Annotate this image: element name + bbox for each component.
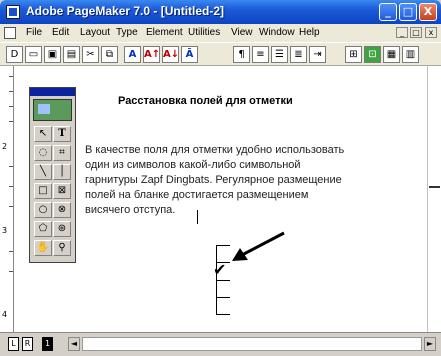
menu-window[interactable]: Window: [259, 27, 295, 38]
toolbox-palette: ↖ T ◌ ⌗ ╲ │ □ ⊠ ○ ⊗ ⬠ ⊛ ✋ ⚲: [29, 87, 76, 263]
menu-bar: File Edit Layout Type Element Utilities …: [0, 24, 441, 42]
font-size-up-icon[interactable]: A↑: [143, 46, 160, 63]
constrained-line-tool-icon[interactable]: │: [53, 164, 71, 180]
vertical-scrollbar[interactable]: [427, 66, 441, 332]
frame-icon[interactable]: ⊞: [345, 46, 362, 63]
paragraph-line: гарнитуры Zapf Dingbats. Регулярное разм…: [85, 174, 342, 186]
print-icon[interactable]: ▤: [63, 46, 80, 63]
bullets-icon[interactable]: ☰: [271, 46, 288, 63]
horizontal-scrollbar[interactable]: [82, 337, 422, 351]
paragraph-line: полей на бланке достигается размещением: [85, 189, 309, 201]
open-icon[interactable]: ▭: [25, 46, 42, 63]
align-left-icon[interactable]: ≡: [252, 46, 269, 63]
menu-view[interactable]: View: [231, 27, 253, 38]
hand-tool-icon[interactable]: ✋: [34, 240, 52, 256]
close-button[interactable]: X: [419, 3, 437, 21]
copy-icon[interactable]: ⧉: [101, 46, 118, 63]
tabs-icon[interactable]: ⇥: [309, 46, 326, 63]
font-size-down-icon[interactable]: A↓: [162, 46, 179, 63]
page-1-icon[interactable]: 1: [42, 337, 53, 351]
form-field-line: [216, 297, 230, 298]
ellipse-tool-icon[interactable]: ○: [34, 202, 52, 218]
window-title: Adobe PageMaker 7.0 - [Untitled-2]: [26, 4, 225, 18]
line-tool-icon[interactable]: ╲: [34, 164, 52, 180]
menu-layout[interactable]: Layout: [80, 27, 110, 38]
menu-file[interactable]: File: [26, 27, 42, 38]
kerning-icon[interactable]: Ā: [181, 46, 198, 63]
text-tool-icon[interactable]: T: [53, 126, 71, 142]
menu-edit[interactable]: Edit: [52, 27, 69, 38]
pagemaker-app-icon[interactable]: [6, 5, 20, 19]
right-master-page-icon[interactable]: R: [22, 337, 33, 351]
pointer-tool-icon[interactable]: ↖: [34, 126, 52, 142]
rectangle-frame-tool-icon[interactable]: ⊠: [53, 183, 71, 199]
crop-tool-icon[interactable]: ⌗: [53, 145, 71, 161]
save-icon[interactable]: ▣: [44, 46, 61, 63]
polygon-tool-icon[interactable]: ⬠: [34, 221, 52, 237]
ellipse-frame-tool-icon[interactable]: ⊗: [53, 202, 71, 218]
ruler-mark: 4: [2, 310, 8, 319]
polygon-frame-tool-icon[interactable]: ⊛: [53, 221, 71, 237]
menu-type[interactable]: Type: [116, 27, 138, 38]
cut-icon[interactable]: ✂: [82, 46, 99, 63]
scroll-thumb[interactable]: [429, 186, 440, 188]
document-control-icon[interactable]: [4, 27, 16, 39]
minimize-button[interactable]: _: [379, 3, 397, 21]
rectangle-tool-icon[interactable]: □: [34, 183, 52, 199]
menu-element[interactable]: Element: [146, 27, 183, 38]
scroll-left-button[interactable]: ◄: [68, 337, 80, 351]
document-paragraph[interactable]: В качестве поля для отметки удобно испол…: [85, 143, 415, 218]
paragraph-line: висячего отступа.: [85, 204, 176, 216]
rotate-tool-icon[interactable]: ◌: [34, 145, 52, 161]
new-document-icon[interactable]: D: [6, 46, 23, 63]
scroll-right-button[interactable]: ►: [424, 337, 436, 351]
pilcrow-icon[interactable]: ¶: [233, 46, 250, 63]
mdi-maximize-button[interactable]: □: [410, 27, 422, 38]
paste-icon[interactable]: ▥: [402, 46, 419, 63]
toolbar: D ▭ ▣ ▤ ✂ ⧉ A A↑ A↓ Ā ¶ ≡ ☰ ≣ ⇥ ⊞ ⊡ ▦ ▥: [0, 42, 441, 66]
toolbox-title-bar[interactable]: [30, 88, 75, 96]
ruler-mark: 3: [2, 226, 8, 235]
image-icon[interactable]: ▦: [383, 46, 400, 63]
ruler-mark: 2: [2, 142, 8, 151]
paragraph-line: В качестве поля для отметки удобно испол…: [85, 144, 345, 156]
toolbox-preview: [33, 99, 72, 121]
title-bar: Adobe PageMaker 7.0 - [Untitled-2] _ □ X: [0, 0, 441, 24]
form-field-line: [216, 280, 230, 281]
menu-help[interactable]: Help: [299, 27, 320, 38]
document-heading: Расстановка полей для отметки: [118, 95, 293, 107]
left-master-page-icon[interactable]: L: [8, 337, 19, 351]
mdi-minimize-button[interactable]: _: [396, 27, 408, 38]
indent-icon[interactable]: ≣: [290, 46, 307, 63]
vertical-ruler[interactable]: 2 3 4: [0, 66, 14, 332]
mdi-close-button[interactable]: x: [425, 27, 437, 38]
place-icon[interactable]: ⊡: [364, 46, 381, 63]
checkmark-symbol: ✔: [213, 260, 227, 279]
text-cursor: [197, 210, 198, 224]
maximize-button[interactable]: □: [399, 3, 417, 21]
zoom-tool-icon[interactable]: ⚲: [53, 240, 71, 256]
pointer-arrow-annotation: [232, 231, 285, 261]
form-field-line: [216, 314, 230, 315]
menu-utilities[interactable]: Utilities: [188, 27, 220, 38]
paragraph-line: один из символов какой-либо символьной: [85, 159, 301, 171]
character-icon[interactable]: A: [124, 46, 141, 63]
